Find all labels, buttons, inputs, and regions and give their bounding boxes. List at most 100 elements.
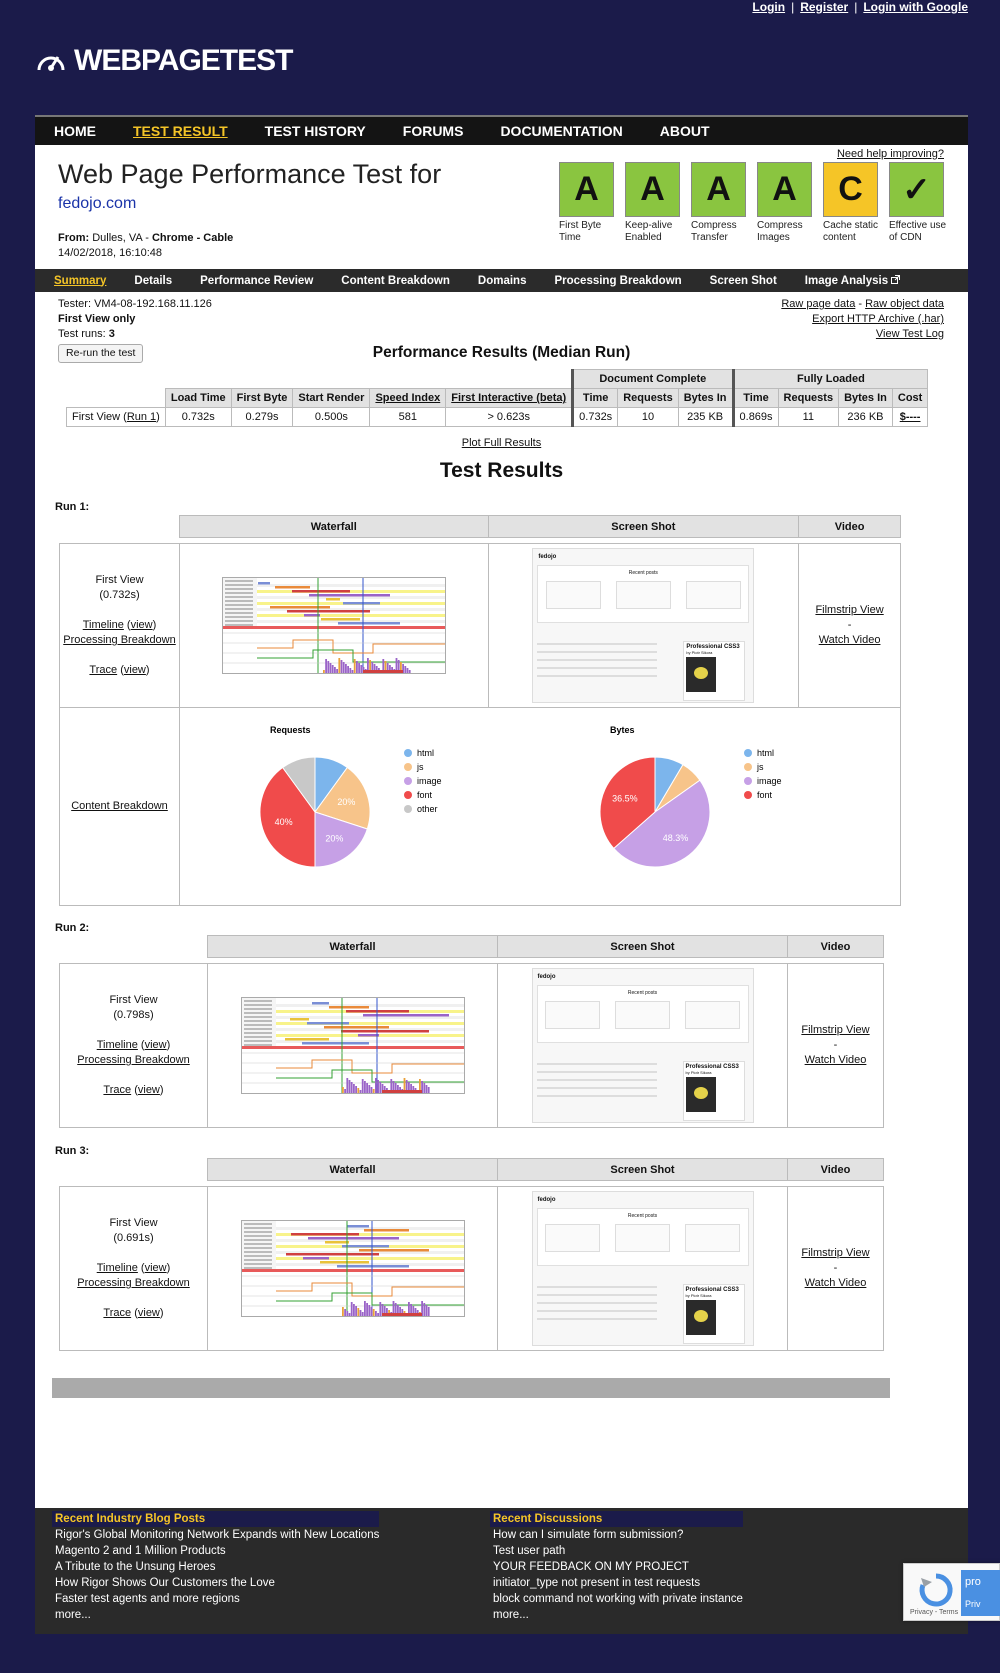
trace-view-link[interactable]: view xyxy=(138,1307,160,1319)
plot-full-results-link[interactable]: Plot Full Results xyxy=(35,437,968,449)
nav-documentation[interactable]: DOCUMENTATION xyxy=(500,123,622,139)
trace-view-link[interactable]: view xyxy=(138,1084,160,1096)
watch-video-link[interactable]: Watch Video xyxy=(799,633,900,648)
tab-domains[interactable]: Domains xyxy=(478,275,527,287)
screenshot-thumbnail[interactable]: fedojo Recent posts Professional CSS3 by Pi… xyxy=(532,548,755,703)
run-label: Run 1: xyxy=(55,501,90,513)
legend-label-other: other xyxy=(417,804,438,814)
filmstrip-link[interactable]: Filmstrip View xyxy=(799,603,900,618)
shot-recent-posts: Recent posts xyxy=(536,1208,749,1266)
grade-box[interactable]: A xyxy=(691,162,746,217)
content-breakdown-link[interactable]: Content Breakdown xyxy=(71,800,168,812)
grade-box[interactable]: A xyxy=(559,162,614,217)
nav-test-result[interactable]: TEST RESULT xyxy=(133,123,228,139)
first-view-cell: First View (0.798s) Timeline (view) Process… xyxy=(59,963,208,1128)
main-panel: Web Page Performance Test for fedojo.com… xyxy=(35,145,968,1508)
recaptcha-badge[interactable]: pro Priv Privacy - Terms xyxy=(903,1563,1000,1621)
blog-post-link[interactable]: A Tribute to the Unsung Heroes xyxy=(55,1559,379,1575)
waterfall-thumbnail[interactable] xyxy=(222,578,445,673)
grade-box[interactable]: ✓ xyxy=(889,162,944,217)
waterfall-thumbnail[interactable] xyxy=(241,998,464,1093)
screenshot-thumbnail[interactable]: fedojo Recent posts Professional CSS3 by Pi… xyxy=(531,1191,754,1346)
nav-test-history[interactable]: TEST HISTORY xyxy=(265,123,366,139)
login-google-link[interactable]: Login with Google xyxy=(863,0,968,14)
tab-image-analysis[interactable]: Image Analysis xyxy=(805,274,901,287)
perf-value[interactable]: $---- xyxy=(891,407,929,427)
legend-label-js: js xyxy=(756,762,764,772)
blog-post-link[interactable]: Magento 2 and 1 Million Products xyxy=(55,1543,379,1559)
run1-link[interactable]: Run 1 xyxy=(127,411,156,423)
discussion-link[interactable]: more... xyxy=(493,1607,743,1623)
screenshot-thumbnail[interactable]: fedojo Recent posts Professional CSS3 by Pi… xyxy=(531,968,754,1123)
discussion-link[interactable]: How can I simulate form submission? xyxy=(493,1527,743,1543)
discussion-link[interactable]: Test user path xyxy=(493,1543,743,1559)
tab-performance-review[interactable]: Performance Review xyxy=(200,275,313,287)
blog-post-link[interactable]: How Rigor Shows Our Customers the Love xyxy=(55,1575,379,1591)
logo[interactable]: WEBPAGETEST xyxy=(36,44,293,78)
run-table: Waterfall Screen Shot Video First View (0.73… xyxy=(59,515,901,906)
trace-link[interactable]: Trace xyxy=(103,1084,131,1096)
filmstrip-link[interactable]: Filmstrip View xyxy=(788,1023,883,1038)
raw-object-data-link[interactable]: Raw object data xyxy=(865,298,944,310)
filmstrip-link[interactable]: Filmstrip View xyxy=(788,1246,883,1261)
footer: Recent Industry Blog Posts Rigor's Globa… xyxy=(35,1508,968,1634)
tab-summary[interactable]: Summary xyxy=(54,275,106,287)
discussion-link[interactable]: initiator_type not present in test reque… xyxy=(493,1575,743,1591)
discussion-link[interactable]: YOUR FEEDBACK ON MY PROJECT xyxy=(493,1559,743,1575)
processing-breakdown-link[interactable]: Processing Breakdown xyxy=(60,1276,207,1291)
blog-post-link[interactable]: Faster test agents and more regions xyxy=(55,1591,379,1607)
raw-page-data-link[interactable]: Raw page data xyxy=(781,298,855,310)
fully-loaded-header: Fully Loaded xyxy=(731,369,929,389)
tab-screen-shot[interactable]: Screen Shot xyxy=(710,275,777,287)
test-runs: Test runs: 3 xyxy=(58,328,115,340)
perf-col-header[interactable]: First Interactive (beta) xyxy=(445,388,574,408)
perf-value: 236 KB xyxy=(838,407,893,427)
video-cell: Filmstrip View - Watch Video xyxy=(798,543,901,708)
grade-panel: A First Byte Time A Keep-alive Enabled A Comp… xyxy=(559,162,955,244)
tab-details[interactable]: Details xyxy=(134,275,172,287)
perf-col-header[interactable]: Speed Index xyxy=(369,388,447,408)
watch-video-link[interactable]: Watch Video xyxy=(788,1276,883,1291)
nav-forums[interactable]: FORUMS xyxy=(403,123,464,139)
timeline-view-link[interactable]: view xyxy=(145,1039,167,1051)
tested-url[interactable]: fedojo.com xyxy=(58,195,136,213)
grade-label: Effective use of CDN xyxy=(889,220,947,243)
logo-text: WEBPAGETEST xyxy=(74,44,293,77)
view-test-log-link[interactable]: View Test Log xyxy=(781,327,944,342)
waterfall-thumbnail[interactable] xyxy=(241,1221,464,1316)
nav-home[interactable]: HOME xyxy=(54,123,96,139)
tab-content-breakdown[interactable]: Content Breakdown xyxy=(341,275,450,287)
timeline-view-link[interactable]: view xyxy=(131,619,153,631)
grade-box[interactable]: A xyxy=(757,162,812,217)
timeline-link[interactable]: Timeline xyxy=(97,1039,138,1051)
discussion-link[interactable]: block command not working with private i… xyxy=(493,1591,743,1607)
shot-brand: fedojo xyxy=(537,1197,556,1203)
nav-about[interactable]: ABOUT xyxy=(660,123,710,139)
processing-breakdown-link[interactable]: Processing Breakdown xyxy=(60,633,179,648)
trace-view-link[interactable]: view xyxy=(124,664,146,676)
legend-label-js: js xyxy=(416,762,424,772)
video-cell: Filmstrip View - Watch Video xyxy=(787,963,884,1128)
login-link[interactable]: Login xyxy=(752,0,785,14)
trace-link[interactable]: Trace xyxy=(89,664,117,676)
grade-box[interactable]: C xyxy=(823,162,878,217)
timeline-link[interactable]: Timeline xyxy=(83,619,124,631)
timeline-view-link[interactable]: view xyxy=(145,1262,167,1274)
blog-post-link[interactable]: Rigor's Global Monitoring Network Expand… xyxy=(55,1527,379,1543)
watch-video-link[interactable]: Watch Video xyxy=(788,1053,883,1068)
grade-label: First Byte Time xyxy=(559,220,602,243)
tab-processing-breakdown[interactable]: Processing Breakdown xyxy=(554,275,681,287)
chart-title: Requests xyxy=(270,725,311,735)
discussions: Recent Discussions How can I simulate fo… xyxy=(490,1511,743,1623)
help-improving-link[interactable]: Need help improving? xyxy=(837,148,944,160)
timeline-link[interactable]: Timeline xyxy=(97,1262,138,1274)
export-har-link[interactable]: Export HTTP Archive (.har) xyxy=(781,312,944,327)
perf-col-header: Cost xyxy=(891,388,929,408)
legend-label-html: html xyxy=(417,748,434,758)
trace-link[interactable]: Trace xyxy=(103,1307,131,1319)
blog-post-link[interactable]: more... xyxy=(55,1607,379,1623)
first-view-label: First View xyxy=(95,574,144,586)
processing-breakdown-link[interactable]: Processing Breakdown xyxy=(60,1053,207,1068)
register-link[interactable]: Register xyxy=(800,0,848,14)
grade-box[interactable]: A xyxy=(625,162,680,217)
